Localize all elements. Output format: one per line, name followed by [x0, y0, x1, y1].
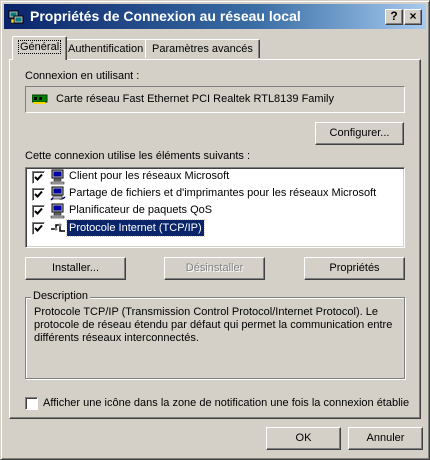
- list-item-label: Protocole Internet (TCP/IP): [66, 219, 205, 237]
- description-title: Description: [31, 290, 91, 302]
- notification-label: Afficher une icône dans la zone de notif…: [43, 397, 410, 409]
- properties-button[interactable]: Propriétés: [304, 257, 405, 280]
- tab-advanced-label: Paramètres avancés: [152, 43, 253, 55]
- title-bar[interactable]: Propriétés de Connexion au réseau local …: [4, 4, 426, 29]
- checkbox-file-sharing[interactable]: [32, 188, 45, 201]
- close-button[interactable]: ×: [404, 9, 422, 25]
- tab-authentication[interactable]: Authentification: [61, 39, 151, 58]
- help-button[interactable]: ?: [385, 9, 403, 25]
- ok-button[interactable]: OK: [266, 427, 341, 450]
- protocol-icon: [50, 220, 66, 236]
- tab-authentication-label: Authentification: [68, 43, 144, 55]
- configure-button[interactable]: Configurer...: [315, 122, 404, 145]
- properties-dialog: Propriétés de Connexion au réseau local …: [0, 0, 430, 460]
- uninstall-button[interactable]: Désinstaller: [164, 257, 265, 280]
- list-item[interactable]: Planificateur de paquets QoS: [28, 203, 402, 220]
- install-button[interactable]: Installer...: [25, 257, 126, 280]
- description-text: Protocole TCP/IP (Transmission Control P…: [34, 306, 393, 344]
- properties-button-label: Propriétés: [329, 262, 380, 274]
- cancel-button[interactable]: Annuler: [348, 427, 423, 450]
- adapter-field: Carte réseau Fast Ethernet PCI Realtek R…: [25, 86, 405, 113]
- tab-general[interactable]: Général: [12, 36, 68, 60]
- network-client-icon: [50, 169, 66, 185]
- configure-button-label: Configurer...: [329, 127, 390, 139]
- help-icon: ?: [390, 9, 398, 23]
- list-item[interactable]: Client pour les réseaux Microsoft: [28, 169, 402, 186]
- install-button-label: Installer...: [51, 262, 100, 274]
- window-title: Propriétés de Connexion au réseau local: [30, 8, 301, 24]
- list-item-label: Planificateur de paquets QoS: [69, 204, 213, 216]
- notification-checkbox[interactable]: [25, 397, 38, 410]
- components-list[interactable]: Client pour les réseaux Microsoft Partag…: [25, 167, 405, 248]
- qos-scheduler-icon: [50, 203, 66, 219]
- connection-label: Connexion en utilisant :: [25, 70, 140, 82]
- ok-button-label: OK: [295, 432, 312, 444]
- tab-general-label: Général: [18, 40, 62, 54]
- cancel-button-label: Annuler: [366, 432, 405, 444]
- adapter-name: Carte réseau Fast Ethernet PCI Realtek R…: [56, 93, 334, 105]
- checkbox-qos[interactable]: [32, 205, 45, 218]
- components-label: Cette connexion utilise les éléments sui…: [25, 150, 251, 162]
- file-printer-sharing-icon: [50, 186, 66, 202]
- list-item-label: Partage de fichiers et d'imprimantes pou…: [69, 187, 377, 199]
- uninstall-button-label: Désinstaller: [185, 262, 244, 274]
- checkbox-client[interactable]: [32, 171, 45, 184]
- list-item[interactable]: Partage de fichiers et d'imprimantes pou…: [28, 186, 402, 203]
- tab-panel-general: Connexion en utilisant : Carte réseau Fa…: [9, 59, 421, 419]
- network-connection-icon: [8, 9, 24, 25]
- network-card-icon: [31, 92, 48, 106]
- close-icon: ×: [409, 9, 417, 23]
- list-item-label: Client pour les réseaux Microsoft: [69, 170, 230, 182]
- list-item[interactable]: Protocole Internet (TCP/IP): [28, 219, 402, 237]
- tab-advanced[interactable]: Paramètres avancés: [145, 39, 260, 58]
- checkbox-tcpip[interactable]: [32, 222, 45, 235]
